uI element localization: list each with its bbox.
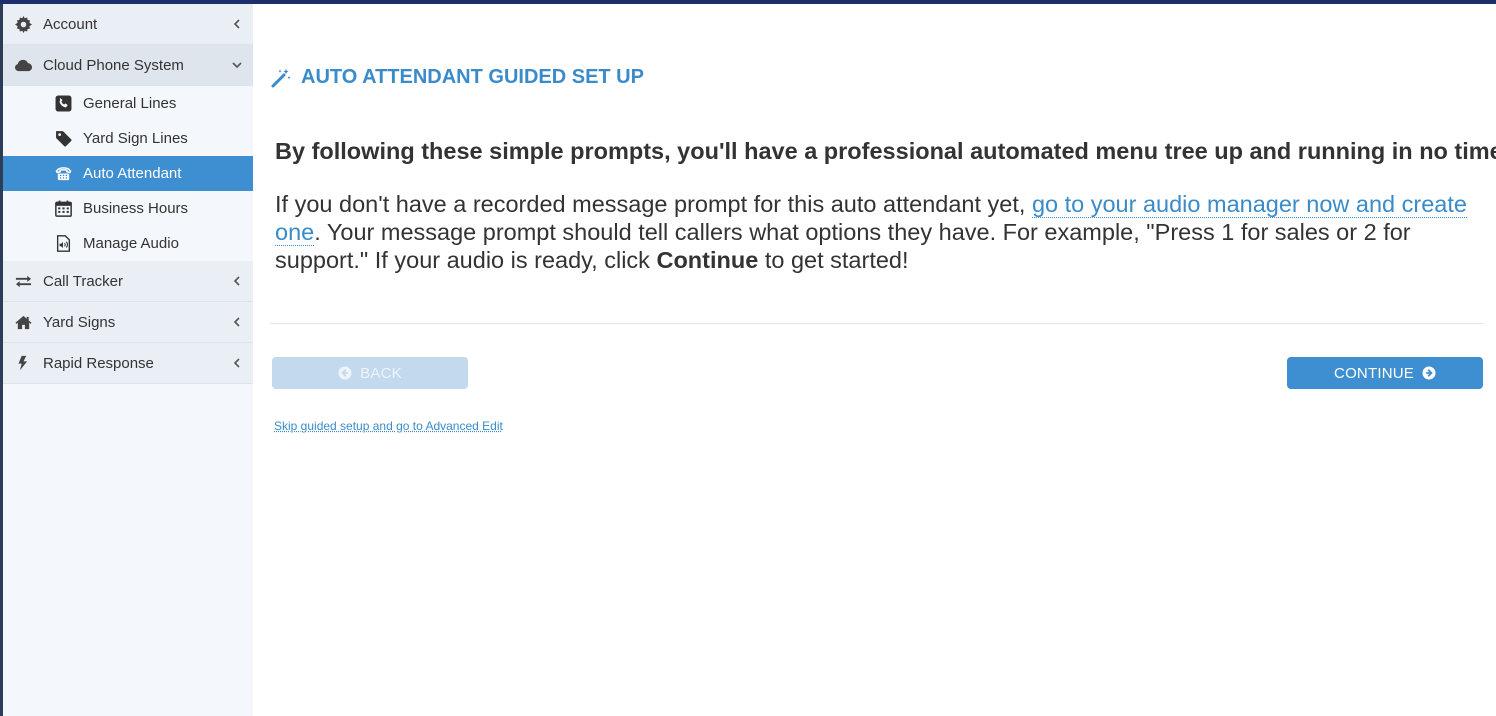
cloud-icon [15,59,32,72]
bolt-icon [18,355,28,371]
lead-text: By following these simple prompts, you'l… [275,138,1496,164]
sidebar-item-label: Cloud Phone System [43,57,184,74]
chevron-left-icon [233,317,240,327]
chevron-left-icon [233,358,240,368]
description-text: If you don't have a recorded message pro… [275,190,1475,274]
desk-phone-icon [55,167,72,181]
tag-icon [56,131,72,147]
page-title-text: AUTO ATTENDANT GUIDED SET UP [301,66,644,88]
page-title: AUTO ATTENDANT GUIDED SET UP [271,66,644,89]
home-icon [15,315,32,330]
back-button[interactable]: BACK [272,357,468,389]
main-content: AUTO ATTENDANT GUIDED SET UP By followin… [253,4,1496,716]
sidebar-item-label: General Lines [83,95,177,112]
sidebar-item-label: Rapid Response [43,355,154,372]
sidebar-item-label: Call Tracker [43,273,124,290]
sidebar-item-general-lines[interactable]: General Lines [3,86,253,121]
sidebar-item-label: Account [43,16,98,33]
sidebar-item-yard-signs[interactable]: Yard Signs [3,302,253,343]
magic-wand-icon [271,68,291,87]
divider [270,323,1484,324]
description-part: to get started! [758,247,909,273]
sidebar-item-call-tracker[interactable]: Call Tracker [3,261,253,302]
sidebar-item-label: Business Hours [83,200,189,217]
skip-guided-setup-link[interactable]: Skip guided setup and go to Advanced Edi… [274,419,503,433]
gear-icon [15,16,32,33]
continue-button-label: CONTINUE [1334,364,1414,382]
audio-file-icon [56,235,71,252]
chevron-down-icon [232,62,242,69]
exchange-arrows-icon [15,275,32,288]
sidebar-item-auto-attendant[interactable]: Auto Attendant [3,156,253,191]
sidebar-item-label: Manage Audio [83,235,179,252]
chevron-left-icon [233,276,240,286]
continue-emphasis: Continue [656,247,759,273]
sidebar-item-cloud-phone-system[interactable]: Cloud Phone System [3,45,253,86]
chevron-left-icon [233,19,240,29]
sidebar-item-label: Yard Signs [43,314,116,331]
calendar-icon [55,200,72,217]
sidebar-item-manage-audio[interactable]: Manage Audio [3,226,253,261]
sidebar-item-account[interactable]: Account [3,4,253,45]
continue-button[interactable]: CONTINUE [1287,357,1483,389]
description-part: If you don't have a recorded message pro… [275,191,1032,217]
sidebar-item-business-hours[interactable]: Business Hours [3,191,253,226]
sidebar-item-rapid-response[interactable]: Rapid Response [3,343,253,384]
arrow-circle-left-icon [338,366,352,380]
sidebar: Account Cloud Phone System General Lines… [0,4,253,716]
back-button-label: BACK [360,364,402,382]
sidebar-item-label: Auto Attendant [83,165,182,182]
sidebar-item-yard-sign-lines[interactable]: Yard Sign Lines [3,121,253,156]
arrow-circle-right-icon [1422,366,1436,380]
sidebar-item-label: Yard Sign Lines [83,130,188,147]
phone-icon [55,95,72,112]
